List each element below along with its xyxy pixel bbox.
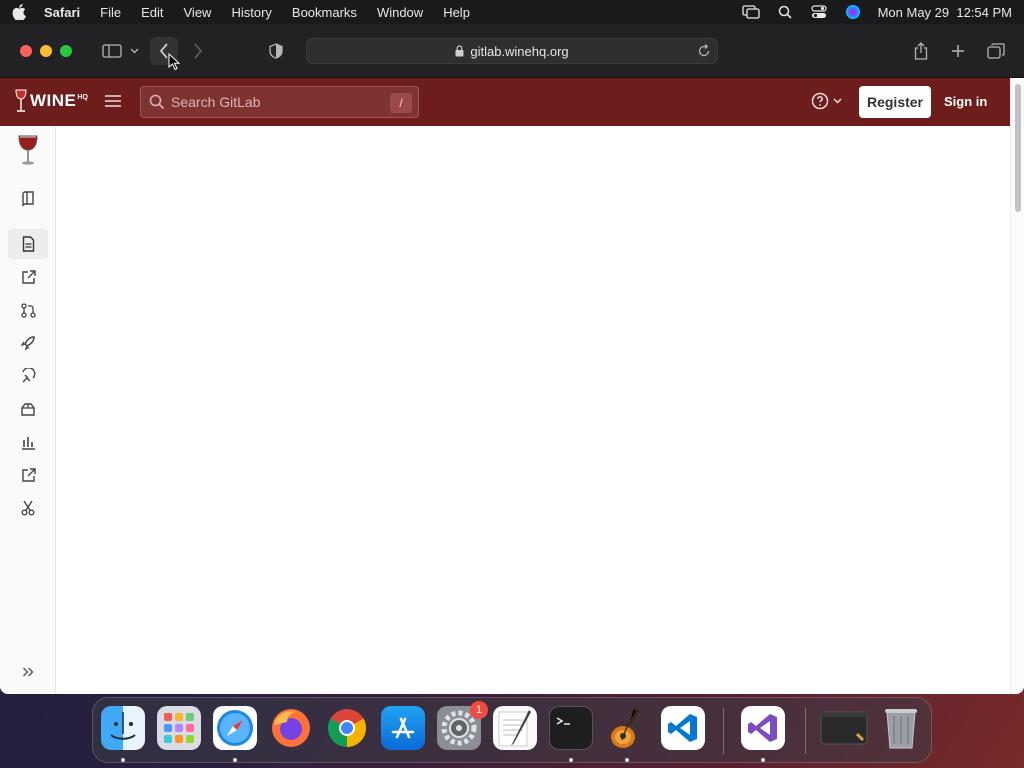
- close-window-button[interactable]: [20, 44, 32, 57]
- zoom-window-button[interactable]: [60, 44, 72, 57]
- firefox-dock-icon[interactable]: [269, 706, 313, 750]
- main-content: [56, 126, 1010, 694]
- register-button[interactable]: Register: [859, 86, 931, 118]
- logo-text: WINE: [30, 91, 77, 110]
- help-dropdown[interactable]: [811, 92, 842, 110]
- menu-bar: Safari File Edit View History Bookmarks …: [0, 0, 1024, 24]
- screen-mirroring-icon[interactable]: [741, 3, 760, 21]
- sign-in-link[interactable]: Sign in: [944, 94, 987, 109]
- menu-help[interactable]: Help: [443, 5, 470, 20]
- spotlight-search-icon[interactable]: [776, 3, 794, 21]
- tab-overview-icon[interactable]: [982, 37, 1010, 65]
- visual-studio-dock-icon[interactable]: [741, 706, 785, 750]
- app-store-dock-icon[interactable]: [381, 706, 425, 750]
- running-indicator: [761, 758, 765, 762]
- external-link-icon[interactable]: [8, 460, 48, 490]
- menu-bookmarks[interactable]: Bookmarks: [292, 5, 357, 20]
- hamburger-menu-icon[interactable]: [104, 93, 124, 111]
- safari-toolbar: gitlab.winehq.org: [0, 24, 1024, 78]
- project-avatar[interactable]: [14, 134, 42, 168]
- search-placeholder: Search GitLab: [171, 94, 261, 110]
- window-controls: [20, 44, 72, 57]
- privacy-shield-icon[interactable]: [262, 37, 290, 65]
- reload-icon[interactable]: [697, 44, 711, 58]
- gitlab-header: WINE HQ Search GitLab / Register Sign in: [0, 78, 1010, 126]
- search-shortcut-key: /: [390, 93, 412, 113]
- external-link-icon[interactable]: [8, 262, 48, 292]
- dock-separator: [723, 708, 724, 754]
- logo-superscript: HQ: [77, 93, 88, 101]
- menu-window[interactable]: Window: [377, 5, 423, 20]
- textedit-dock-icon[interactable]: [493, 706, 537, 750]
- finder-dock-icon[interactable]: [101, 706, 145, 750]
- package-icon[interactable]: [8, 394, 48, 424]
- running-indicator: [625, 758, 629, 762]
- menubar-clock[interactable]: Mon May 29 12:54 PM: [878, 5, 1012, 20]
- launchpad-dock-icon[interactable]: [157, 706, 201, 750]
- notification-badge: 1: [470, 701, 488, 719]
- winehq-logo[interactable]: WINE HQ: [14, 88, 88, 114]
- trash-dock-icon[interactable]: [879, 706, 923, 750]
- menu-app-name[interactable]: Safari: [44, 5, 80, 20]
- repository-icon[interactable]: [8, 184, 48, 214]
- mouse-cursor-icon: [168, 52, 181, 71]
- dock-separator: [805, 708, 806, 754]
- safari-dock-icon[interactable]: [213, 706, 257, 750]
- wine-glass-logo-icon: [15, 89, 27, 112]
- merge-request-icon[interactable]: [8, 295, 48, 325]
- siri-icon[interactable]: [844, 3, 862, 21]
- vscode-dock-icon[interactable]: [661, 706, 705, 750]
- rocket-icon[interactable]: [8, 328, 48, 358]
- file-icon[interactable]: [8, 229, 48, 259]
- menu-file[interactable]: File: [100, 5, 121, 20]
- menu-history[interactable]: History: [231, 5, 271, 20]
- page-scrollbar[interactable]: [1010, 78, 1024, 694]
- address-bar[interactable]: gitlab.winehq.org: [306, 38, 718, 64]
- help-icon: [811, 92, 829, 110]
- sidebar-toggle-icon[interactable]: [98, 37, 126, 65]
- address-url: gitlab.winehq.org: [470, 43, 569, 59]
- lock-icon: [455, 45, 465, 57]
- running-indicator: [569, 758, 573, 762]
- new-tab-icon[interactable]: [944, 37, 972, 65]
- terminal-dock-icon[interactable]: [549, 706, 593, 750]
- search-input[interactable]: Search GitLab /: [140, 86, 419, 118]
- minimize-window-button[interactable]: [40, 44, 52, 57]
- garageband-dock-icon[interactable]: [605, 706, 649, 750]
- collapse-sidebar-icon[interactable]: [8, 657, 48, 687]
- tab-group-chevron-icon[interactable]: [126, 37, 142, 65]
- running-indicator: [121, 758, 125, 762]
- chevron-down-icon: [833, 98, 842, 104]
- dock: [92, 697, 932, 763]
- menu-view[interactable]: View: [184, 5, 212, 20]
- safari-window: gitlab.winehq.org WINE HQ Search GitLab …: [0, 24, 1024, 694]
- project-sidebar: [0, 126, 56, 694]
- snippet-scissors-icon[interactable]: [8, 493, 48, 523]
- control-center-icon[interactable]: [810, 3, 828, 21]
- menu-edit[interactable]: Edit: [141, 5, 163, 20]
- screenshot-window-dock-icon[interactable]: [819, 706, 869, 750]
- chrome-dock-icon[interactable]: [325, 706, 369, 750]
- forward-button-icon[interactable]: [184, 37, 212, 65]
- analytics-icon[interactable]: [8, 427, 48, 457]
- monitor-icon[interactable]: [8, 361, 48, 391]
- running-indicator: [233, 758, 237, 762]
- apple-icon[interactable]: [12, 4, 26, 20]
- scrollbar-thumb[interactable]: [1015, 84, 1021, 212]
- share-icon[interactable]: [907, 37, 935, 65]
- search-icon: [149, 94, 165, 110]
